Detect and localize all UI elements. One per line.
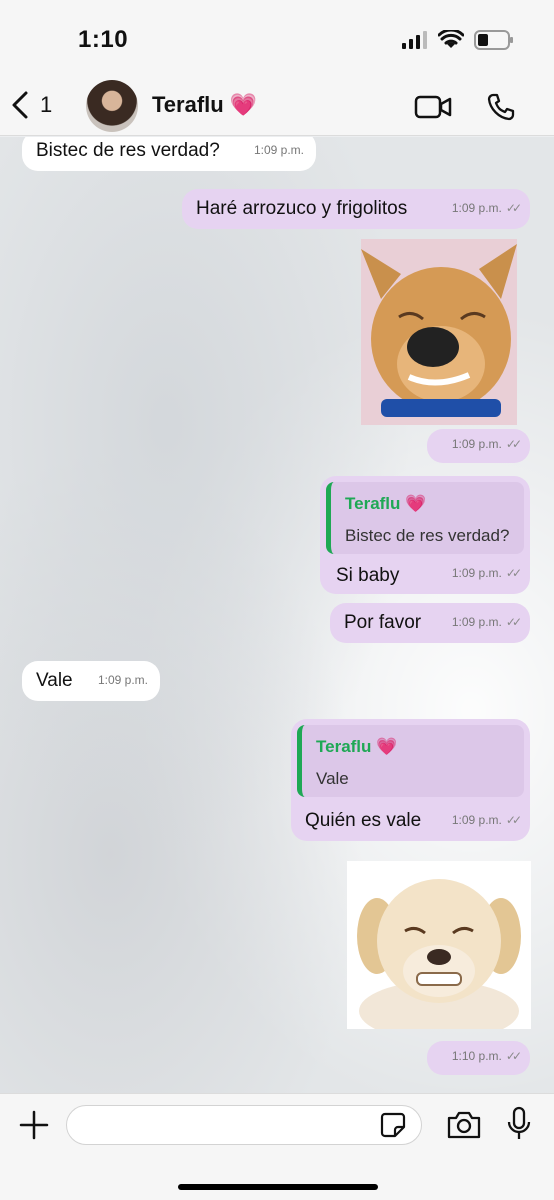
read-ticks-icon: ✓✓ [505,566,522,580]
read-ticks-icon: ✓✓ [505,201,522,215]
image-timestamp: 1:10 p.m. ✓✓ [427,1041,530,1075]
puppy-sticker-icon [347,861,531,1029]
read-ticks-icon: ✓✓ [505,1049,522,1063]
contact-emoji: 💗 [229,92,258,117]
header-actions [414,92,516,122]
message-text: Quién es vale [305,810,422,831]
message-meta: 1:09 p.m. ✓✓ [451,432,522,456]
status-bar: 1:10 [0,0,554,78]
message-meta: 1:09 p.m. ✓✓ [451,808,522,832]
contact-name[interactable]: Teraflu 💗 [152,92,257,118]
wifi-icon [438,30,464,48]
video-camera-icon[interactable] [414,94,452,120]
read-ticks-icon: ✓✓ [505,437,522,451]
message-time: 1:09 p.m. [451,566,502,580]
message-time: 1:09 p.m. [451,201,502,215]
message-text: Por favor [344,612,422,633]
camera-icon[interactable] [446,1110,482,1140]
quoted-message[interactable]: Teraflu 💗 Bistec de res verdad? [326,482,524,554]
quoted-message[interactable]: Teraflu 💗 Vale [297,725,524,797]
message-text: Bistec de res verdad? [36,140,220,161]
message-bubble-reply[interactable]: Teraflu 💗 Vale Quién es vale 1:09 p.m. ✓… [291,719,530,841]
microphone-icon[interactable] [506,1106,532,1142]
message-bubble-incoming[interactable]: Vale 1:09 p.m. [22,661,160,701]
message-time: 1:09 p.m. [451,813,502,827]
quote-text: Vale [316,769,349,788]
chihuahua-sticker-icon [361,239,517,425]
status-time: 1:10 [78,26,129,53]
phone-icon[interactable] [486,92,516,122]
chat-area[interactable]: Bistec de res verdad? 1:09 p.m. Haré arr… [0,137,554,1093]
message-meta: 1:09 p.m. ✓✓ [451,196,522,220]
message-bubble-outgoing[interactable]: Por favor 1:09 p.m. ✓✓ [330,603,530,643]
sticker-image[interactable] [347,861,531,1029]
message-time: 1:09 p.m. [97,673,148,687]
read-ticks-icon: ✓✓ [505,813,522,827]
message-bubble-incoming[interactable]: Bistec de res verdad? 1:09 p.m. [22,137,316,171]
quote-text: Bistec de res verdad? [345,526,510,545]
battery-icon [474,30,513,50]
plus-icon[interactable] [18,1109,50,1141]
message-time: 1:09 p.m. [451,615,502,629]
quote-author: Teraflu 💗 [316,737,398,756]
quote-author: Teraflu 💗 [345,494,427,513]
message-bubble-reply[interactable]: Teraflu 💗 Bistec de res verdad? Si baby … [320,476,530,594]
message-text: Vale [36,670,73,691]
message-input[interactable] [66,1105,422,1145]
chat-header: 1 Teraflu 💗 [0,78,554,136]
message-time: 1:09 p.m. [451,437,502,451]
status-icons [402,30,514,50]
input-bar [0,1093,554,1200]
read-ticks-icon: ✓✓ [505,615,522,629]
message-meta: 1:09 p.m. [98,668,148,692]
home-indicator [178,1184,378,1190]
unread-count: 1 [40,92,53,117]
message-bubble-outgoing[interactable]: Haré arrozuco y frigolitos 1:09 p.m. ✓✓ [182,189,530,229]
signal-icon [402,31,427,49]
message-meta: 1:09 p.m. ✓✓ [451,561,522,585]
message-text: Si baby [336,565,400,586]
message-time: 1:09 p.m. [253,143,304,157]
message-meta: 1:10 p.m. ✓✓ [451,1044,522,1068]
image-timestamp: 1:09 p.m. ✓✓ [427,429,530,463]
message-time: 1:10 p.m. [451,1049,502,1063]
back-button[interactable]: 1 [10,90,52,120]
sticker-icon[interactable] [380,1112,406,1138]
sticker-image[interactable] [361,239,517,425]
avatar[interactable] [86,80,138,132]
message-meta: 1:09 p.m. ✓✓ [451,610,522,634]
contact-name-text: Teraflu [152,92,224,117]
message-text: Haré arrozuco y frigolitos [196,198,408,219]
chevron-left-icon [12,91,28,119]
